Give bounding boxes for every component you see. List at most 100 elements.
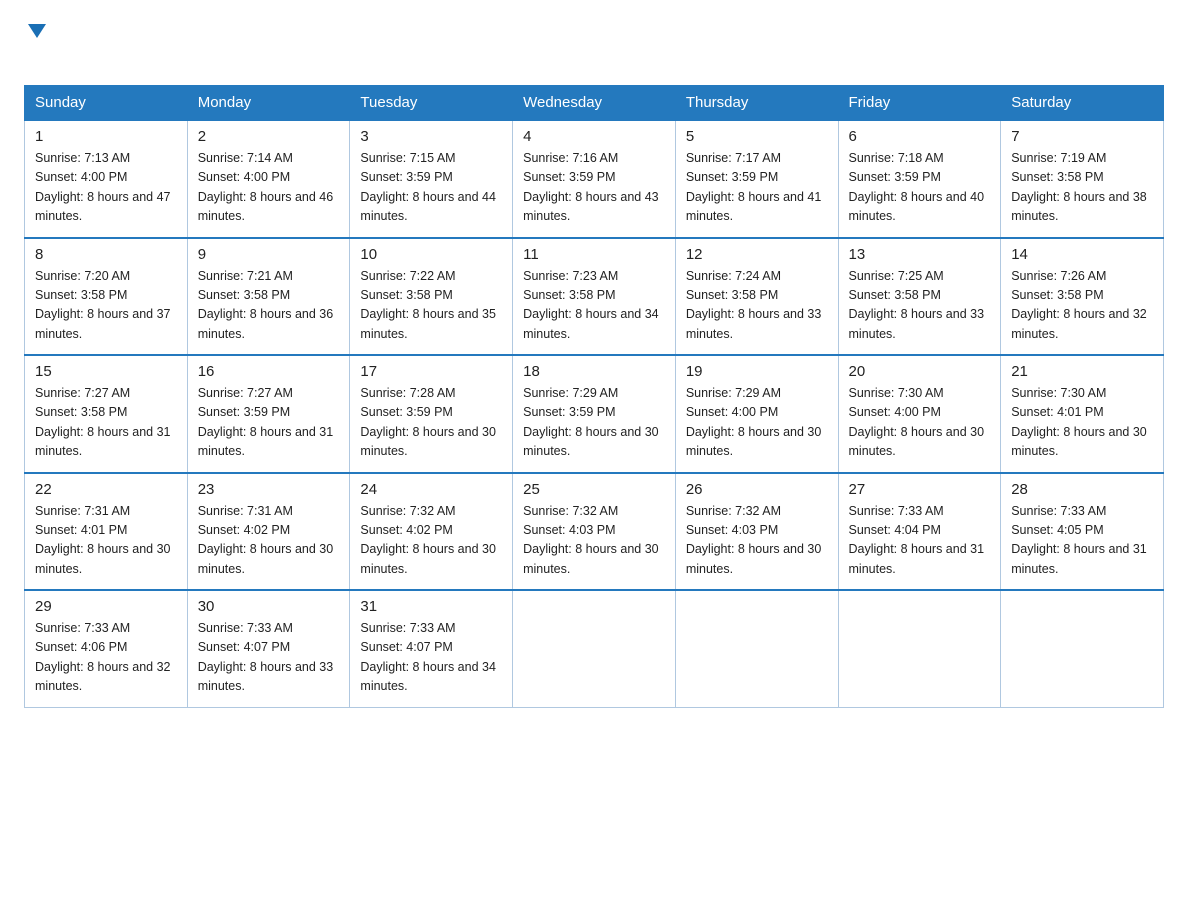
calendar-cell: 9 Sunrise: 7:21 AMSunset: 3:58 PMDaylight… xyxy=(187,238,350,356)
week-row-3: 15 Sunrise: 7:27 AMSunset: 3:58 PMDayligh… xyxy=(25,355,1164,473)
day-number: 26 xyxy=(686,481,828,498)
week-row-5: 29 Sunrise: 7:33 AMSunset: 4:06 PMDayligh… xyxy=(25,590,1164,707)
day-info: Sunrise: 7:19 AMSunset: 3:58 PMDaylight:… xyxy=(1011,149,1153,227)
day-number: 19 xyxy=(686,363,828,380)
day-info: Sunrise: 7:14 AMSunset: 4:00 PMDaylight:… xyxy=(198,149,340,227)
day-number: 9 xyxy=(198,246,340,263)
day-number: 21 xyxy=(1011,363,1153,380)
calendar-cell: 16 Sunrise: 7:27 AMSunset: 3:59 PMDayligh… xyxy=(187,355,350,473)
day-info: Sunrise: 7:15 AMSunset: 3:59 PMDaylight:… xyxy=(360,149,502,227)
calendar-cell: 14Sunrise: 7:26 AMSunset: 3:58 PMDayligh… xyxy=(1001,238,1164,356)
calendar-cell: 11 Sunrise: 7:23 AMSunset: 3:58 PMDayligh… xyxy=(513,238,676,356)
day-info: Sunrise: 7:31 AMSunset: 4:01 PMDaylight:… xyxy=(35,502,177,580)
page-header xyxy=(24,24,1164,67)
week-row-2: 8Sunrise: 7:20 AMSunset: 3:58 PMDaylight… xyxy=(25,238,1164,356)
day-number: 27 xyxy=(849,481,991,498)
calendar-cell: 18Sunrise: 7:29 AMSunset: 3:59 PMDayligh… xyxy=(513,355,676,473)
weekday-header-row: SundayMondayTuesdayWednesdayThursdayFrid… xyxy=(25,86,1164,121)
day-number: 20 xyxy=(849,363,991,380)
weekday-header-friday: Friday xyxy=(838,86,1001,121)
calendar-cell xyxy=(1001,590,1164,707)
calendar-cell: 12 Sunrise: 7:24 AMSunset: 3:58 PMDayligh… xyxy=(675,238,838,356)
day-number: 3 xyxy=(360,128,502,145)
day-number: 10 xyxy=(360,246,502,263)
calendar-cell: 19 Sunrise: 7:29 AMSunset: 4:00 PMDayligh… xyxy=(675,355,838,473)
calendar-cell: 27 Sunrise: 7:33 AMSunset: 4:04 PMDayligh… xyxy=(838,473,1001,591)
day-number: 2 xyxy=(198,128,340,145)
day-info: Sunrise: 7:29 AMSunset: 4:00 PMDaylight:… xyxy=(686,384,828,462)
calendar-cell: 21 Sunrise: 7:30 AMSunset: 4:01 PMDayligh… xyxy=(1001,355,1164,473)
day-info: Sunrise: 7:26 AMSunset: 3:58 PMDaylight:… xyxy=(1011,267,1153,345)
logo-arrow-icon xyxy=(28,24,46,38)
calendar-table: SundayMondayTuesdayWednesdayThursdayFrid… xyxy=(24,85,1164,708)
day-info: Sunrise: 7:22 AMSunset: 3:58 PMDaylight:… xyxy=(360,267,502,345)
day-number: 16 xyxy=(198,363,340,380)
day-info: Sunrise: 7:32 AMSunset: 4:03 PMDaylight:… xyxy=(523,502,665,580)
day-number: 22 xyxy=(35,481,177,498)
calendar-cell: 5Sunrise: 7:17 AMSunset: 3:59 PMDaylight… xyxy=(675,120,838,238)
day-number: 13 xyxy=(849,246,991,263)
weekday-header-tuesday: Tuesday xyxy=(350,86,513,121)
day-info: Sunrise: 7:23 AMSunset: 3:58 PMDaylight:… xyxy=(523,267,665,345)
day-number: 5 xyxy=(686,128,828,145)
calendar-cell: 17 Sunrise: 7:28 AMSunset: 3:59 PMDayligh… xyxy=(350,355,513,473)
day-number: 1 xyxy=(35,128,177,145)
weekday-header-sunday: Sunday xyxy=(25,86,188,121)
calendar-cell: 3 Sunrise: 7:15 AMSunset: 3:59 PMDaylight… xyxy=(350,120,513,238)
calendar-cell: 7 Sunrise: 7:19 AMSunset: 3:58 PMDaylight… xyxy=(1001,120,1164,238)
day-info: Sunrise: 7:31 AMSunset: 4:02 PMDaylight:… xyxy=(198,502,340,580)
calendar-cell: 22 Sunrise: 7:31 AMSunset: 4:01 PMDayligh… xyxy=(25,473,188,591)
calendar-cell: 4 Sunrise: 7:16 AMSunset: 3:59 PMDaylight… xyxy=(513,120,676,238)
day-number: 23 xyxy=(198,481,340,498)
calendar-cell: 8Sunrise: 7:20 AMSunset: 3:58 PMDaylight… xyxy=(25,238,188,356)
day-number: 8 xyxy=(35,246,177,263)
calendar-cell xyxy=(513,590,676,707)
calendar-cell: 28Sunrise: 7:33 AMSunset: 4:05 PMDayligh… xyxy=(1001,473,1164,591)
day-number: 15 xyxy=(35,363,177,380)
calendar-cell: 24Sunrise: 7:32 AMSunset: 4:02 PMDayligh… xyxy=(350,473,513,591)
calendar-cell: 6 Sunrise: 7:18 AMSunset: 3:59 PMDaylight… xyxy=(838,120,1001,238)
day-number: 29 xyxy=(35,598,177,615)
day-info: Sunrise: 7:29 AMSunset: 3:59 PMDaylight:… xyxy=(523,384,665,462)
weekday-header-monday: Monday xyxy=(187,86,350,121)
day-info: Sunrise: 7:16 AMSunset: 3:59 PMDaylight:… xyxy=(523,149,665,227)
day-info: Sunrise: 7:33 AMSunset: 4:04 PMDaylight:… xyxy=(849,502,991,580)
day-info: Sunrise: 7:33 AMSunset: 4:07 PMDaylight:… xyxy=(360,619,502,697)
day-number: 7 xyxy=(1011,128,1153,145)
week-row-4: 22 Sunrise: 7:31 AMSunset: 4:01 PMDayligh… xyxy=(25,473,1164,591)
calendar-cell xyxy=(838,590,1001,707)
day-info: Sunrise: 7:27 AMSunset: 3:59 PMDaylight:… xyxy=(198,384,340,462)
calendar-cell: 30Sunrise: 7:33 AMSunset: 4:07 PMDayligh… xyxy=(187,590,350,707)
day-info: Sunrise: 7:25 AMSunset: 3:58 PMDaylight:… xyxy=(849,267,991,345)
calendar-cell: 29 Sunrise: 7:33 AMSunset: 4:06 PMDayligh… xyxy=(25,590,188,707)
calendar-cell xyxy=(675,590,838,707)
day-info: Sunrise: 7:28 AMSunset: 3:59 PMDaylight:… xyxy=(360,384,502,462)
weekday-header-wednesday: Wednesday xyxy=(513,86,676,121)
day-number: 17 xyxy=(360,363,502,380)
day-info: Sunrise: 7:24 AMSunset: 3:58 PMDaylight:… xyxy=(686,267,828,345)
day-number: 30 xyxy=(198,598,340,615)
calendar-cell: 23 Sunrise: 7:31 AMSunset: 4:02 PMDayligh… xyxy=(187,473,350,591)
day-info: Sunrise: 7:13 AMSunset: 4:00 PMDaylight:… xyxy=(35,149,177,227)
day-number: 25 xyxy=(523,481,665,498)
day-number: 11 xyxy=(523,246,665,263)
day-info: Sunrise: 7:32 AMSunset: 4:02 PMDaylight:… xyxy=(360,502,502,580)
calendar-cell: 20Sunrise: 7:30 AMSunset: 4:00 PMDayligh… xyxy=(838,355,1001,473)
day-number: 4 xyxy=(523,128,665,145)
calendar-cell: 26 Sunrise: 7:32 AMSunset: 4:03 PMDayligh… xyxy=(675,473,838,591)
day-number: 6 xyxy=(849,128,991,145)
day-number: 28 xyxy=(1011,481,1153,498)
weekday-header-saturday: Saturday xyxy=(1001,86,1164,121)
day-info: Sunrise: 7:21 AMSunset: 3:58 PMDaylight:… xyxy=(198,267,340,345)
calendar-cell: 13 Sunrise: 7:25 AMSunset: 3:58 PMDayligh… xyxy=(838,238,1001,356)
day-info: Sunrise: 7:27 AMSunset: 3:58 PMDaylight:… xyxy=(35,384,177,462)
calendar-cell: 15 Sunrise: 7:27 AMSunset: 3:58 PMDayligh… xyxy=(25,355,188,473)
calendar-cell: 25 Sunrise: 7:32 AMSunset: 4:03 PMDayligh… xyxy=(513,473,676,591)
day-info: Sunrise: 7:32 AMSunset: 4:03 PMDaylight:… xyxy=(686,502,828,580)
calendar-cell: 2 Sunrise: 7:14 AMSunset: 4:00 PMDaylight… xyxy=(187,120,350,238)
day-info: Sunrise: 7:30 AMSunset: 4:01 PMDaylight:… xyxy=(1011,384,1153,462)
day-number: 12 xyxy=(686,246,828,263)
day-info: Sunrise: 7:33 AMSunset: 4:06 PMDaylight:… xyxy=(35,619,177,697)
calendar-cell: 31Sunrise: 7:33 AMSunset: 4:07 PMDayligh… xyxy=(350,590,513,707)
day-info: Sunrise: 7:18 AMSunset: 3:59 PMDaylight:… xyxy=(849,149,991,227)
